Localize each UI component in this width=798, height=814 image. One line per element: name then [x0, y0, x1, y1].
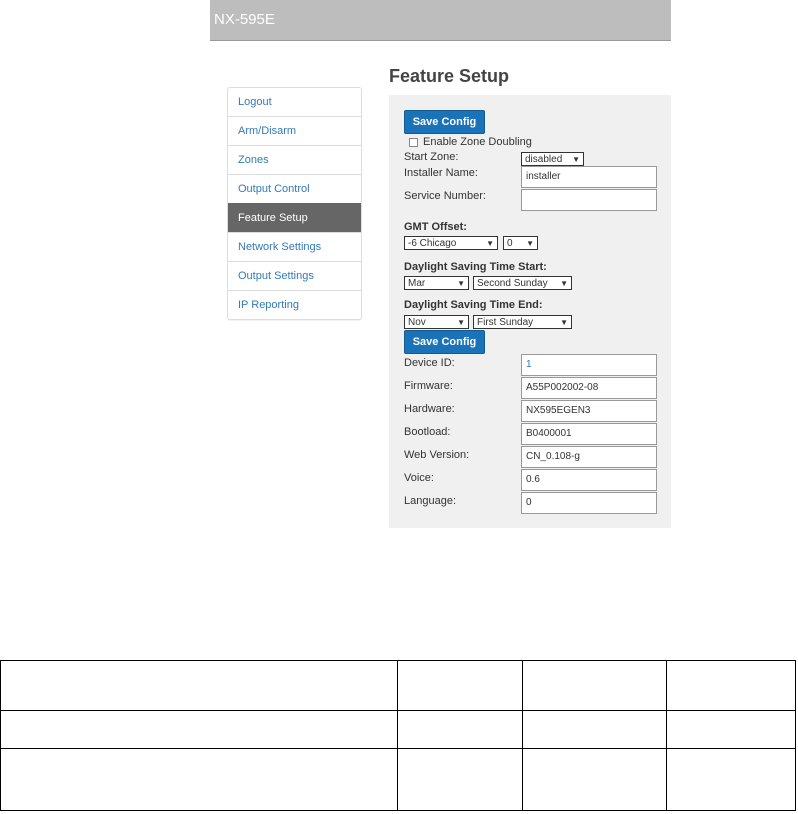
sidebar-item-network-settings[interactable]: Network Settings	[228, 232, 361, 261]
dst-end-label: Daylight Saving Time End:	[404, 299, 543, 311]
dst-start-month-select[interactable]: Mar ▼	[404, 276, 469, 290]
start-zone-value: disabled	[525, 154, 563, 165]
bootload-field: B0400001	[521, 423, 657, 445]
service-number-label: Service Number:	[404, 190, 486, 202]
save-config-button-bottom[interactable]: Save Config	[404, 330, 485, 354]
gmt-minutes-value: 0	[507, 238, 513, 249]
dst-end-week-select[interactable]: First Sunday ▼	[473, 315, 572, 329]
start-zone-select[interactable]: disabled ▼	[521, 152, 584, 166]
hardware-label: Hardware:	[404, 403, 455, 415]
app-header: NX-595E	[210, 0, 671, 41]
gmt-minutes-select[interactable]: 0 ▼	[503, 236, 538, 250]
gmt-zone-select[interactable]: -6 Chicago ▼	[404, 236, 498, 250]
table-cell	[666, 710, 796, 749]
sidebar-item-output-settings[interactable]: Output Settings	[228, 261, 361, 290]
sidebar-item-arm-disarm[interactable]: Arm/Disarm	[228, 116, 361, 145]
firmware-label: Firmware:	[404, 380, 453, 392]
table-cell	[397, 660, 523, 711]
sidebar-item-output-control[interactable]: Output Control	[228, 174, 361, 203]
table-row	[0, 660, 796, 711]
sidebar-item-ip-reporting[interactable]: IP Reporting	[228, 290, 361, 319]
chevron-down-icon: ▼	[560, 318, 568, 327]
chevron-down-icon: ▼	[560, 279, 568, 288]
table-cell	[397, 710, 523, 749]
start-zone-label: Start Zone:	[404, 151, 459, 163]
installer-name-label: Installer Name:	[404, 167, 478, 179]
gmt-offset-label: GMT Offset:	[404, 221, 467, 233]
table-cell	[666, 660, 796, 711]
gmt-zone-value: -6 Chicago	[408, 238, 457, 249]
chevron-down-icon: ▼	[526, 239, 534, 248]
table-cell	[0, 748, 398, 811]
web-version-field: CN_0.108-g	[521, 446, 657, 468]
language-label: Language:	[404, 495, 456, 507]
table-row	[0, 748, 796, 811]
device-id-field[interactable]: 1	[521, 354, 657, 376]
save-config-button-top[interactable]: Save Config	[404, 110, 485, 134]
web-version-label: Web Version:	[404, 449, 470, 461]
zone-doubling-checkbox[interactable]	[409, 138, 418, 147]
sidebar-item-zones[interactable]: Zones	[228, 145, 361, 174]
chevron-down-icon: ▼	[457, 279, 465, 288]
zone-doubling-label: Enable Zone Doubling	[423, 136, 532, 148]
table-cell	[522, 710, 667, 749]
voice-label: Voice:	[404, 472, 434, 484]
table-cell	[397, 748, 523, 811]
dst-end-week-value: First Sunday	[477, 317, 534, 328]
voice-field: 0.6	[521, 469, 657, 491]
service-number-field[interactable]	[521, 189, 657, 211]
page-title: Feature Setup	[389, 66, 510, 86]
firmware-field: A55P002002-08	[521, 377, 657, 399]
table-cell	[666, 748, 796, 811]
dst-end-month-select[interactable]: Nov ▼	[404, 315, 469, 329]
sidebar-item-feature-setup[interactable]: Feature Setup	[228, 203, 361, 232]
hardware-field: NX595EGEN3	[521, 400, 657, 422]
dst-start-week-select[interactable]: Second Sunday ▼	[473, 276, 572, 290]
table-cell	[522, 748, 667, 811]
sidebar-item-logout[interactable]: Logout	[228, 88, 361, 116]
dst-end-month-value: Nov	[408, 317, 426, 328]
table-cell	[0, 660, 398, 711]
chevron-down-icon: ▼	[457, 318, 465, 327]
language-field: 0	[521, 492, 657, 514]
table-row	[0, 710, 796, 749]
document-table	[0, 660, 796, 811]
dst-start-label: Daylight Saving Time Start:	[404, 261, 547, 273]
table-cell	[0, 710, 398, 749]
dst-start-month-value: Mar	[408, 278, 426, 289]
feature-setup-panel: Save Config Enable Zone Doubling Start Z…	[389, 95, 671, 528]
chevron-down-icon: ▼	[486, 239, 494, 248]
device-id-label: Device ID:	[404, 357, 455, 369]
app-title: NX-595E	[214, 11, 275, 28]
bootload-label: Bootload:	[404, 426, 451, 438]
dst-start-week-value: Second Sunday	[477, 278, 548, 289]
chevron-down-icon: ▼	[572, 155, 580, 164]
sidebar-nav: Logout Arm/Disarm Zones Output Control F…	[227, 87, 362, 320]
installer-name-field[interactable]: installer	[521, 166, 657, 188]
table-cell	[522, 660, 667, 711]
